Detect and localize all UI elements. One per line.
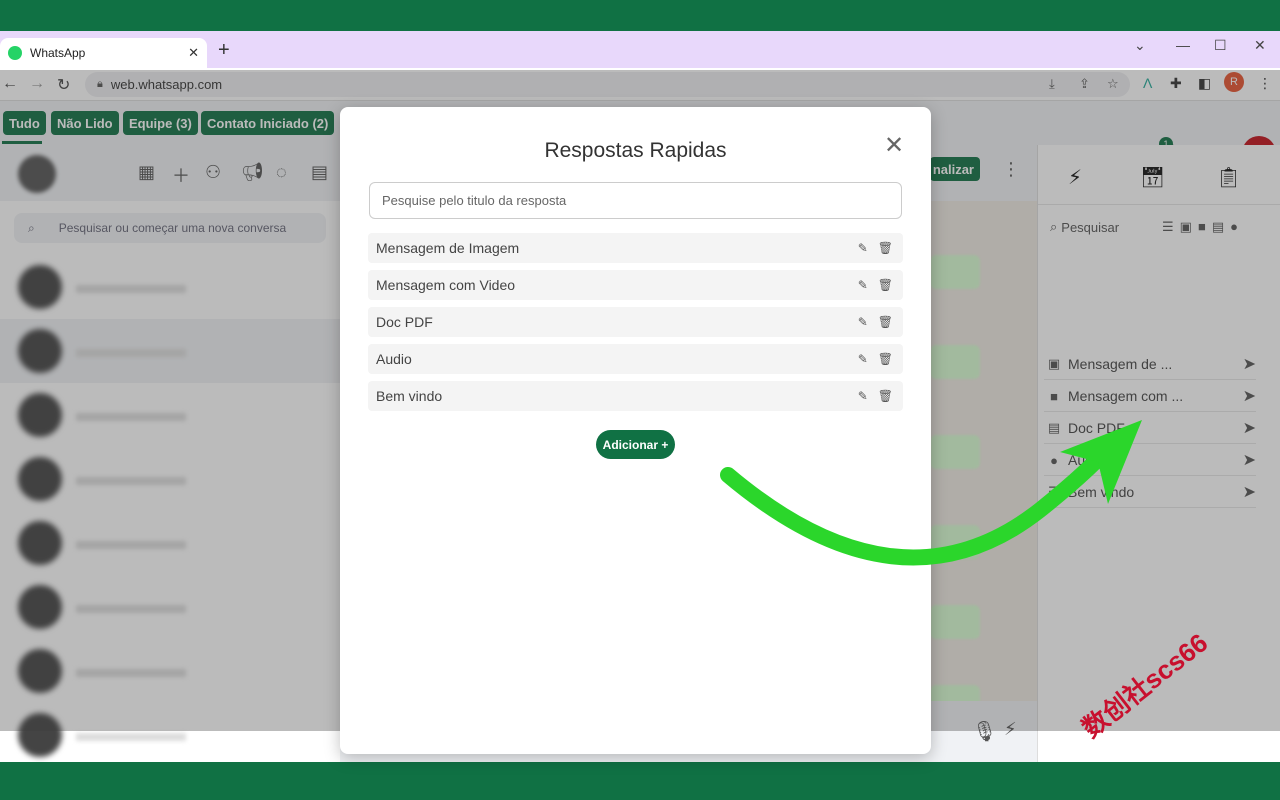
quick-reply-row[interactable]: Mensagem com Video ✎ 🗑︎ [368, 270, 903, 300]
close-window-button[interactable]: ✕ [1254, 37, 1266, 54]
pencil-icon[interactable]: ✎ [858, 315, 868, 329]
quick-reply-label: Bem vindo [376, 388, 443, 404]
quick-reply-label: Doc PDF [376, 314, 433, 330]
tab-bar: WhatsApp ✕ + ⌄ — ☐ ✕ [0, 31, 1280, 68]
trash-icon[interactable]: 🗑︎ [878, 241, 893, 255]
trash-icon[interactable]: 🗑︎ [878, 389, 893, 403]
quick-reply-row[interactable]: Audio ✎ 🗑︎ [368, 344, 903, 374]
add-reply-button[interactable]: Adicionar + [596, 430, 675, 459]
modal-title: Respostas Rapidas [544, 139, 727, 162]
trash-icon[interactable]: 🗑︎ [878, 278, 893, 292]
quick-reply-label: Mensagem com Video [376, 277, 516, 293]
new-tab-button[interactable]: + [218, 39, 230, 62]
maximize-button[interactable]: ☐ [1214, 37, 1227, 54]
tab-search-icon[interactable]: ⌄ [1134, 37, 1146, 54]
close-icon[interactable]: ✕ [884, 131, 904, 160]
quick-reply-row[interactable]: Bem vindo ✎ 🗑︎ [368, 381, 903, 411]
pencil-icon[interactable]: ✎ [858, 352, 868, 366]
quick-reply-row[interactable]: Mensagem de Imagem ✎ 🗑︎ [368, 233, 903, 263]
tab-whatsapp[interactable]: WhatsApp ✕ [0, 38, 207, 68]
pencil-icon[interactable]: ✎ [858, 241, 868, 255]
tab-title: WhatsApp [30, 46, 86, 60]
quick-reply-label: Mensagem de Imagem [376, 240, 520, 256]
quick-reply-row[interactable]: Doc PDF ✎ 🗑︎ [368, 307, 903, 337]
trash-icon[interactable]: 🗑︎ [878, 315, 893, 329]
trash-icon[interactable]: 🗑︎ [878, 352, 893, 366]
minimize-button[interactable]: — [1176, 37, 1190, 53]
whatsapp-icon [8, 46, 22, 60]
tab-close-icon[interactable]: ✕ [188, 45, 199, 61]
pencil-icon[interactable]: ✎ [858, 278, 868, 292]
quick-replies-modal: Respostas Rapidas ✕ Mensagem de Imagem ✎… [340, 107, 931, 754]
pencil-icon[interactable]: ✎ [858, 389, 868, 403]
quick-reply-label: Audio [376, 351, 412, 367]
search-input[interactable] [369, 182, 902, 219]
